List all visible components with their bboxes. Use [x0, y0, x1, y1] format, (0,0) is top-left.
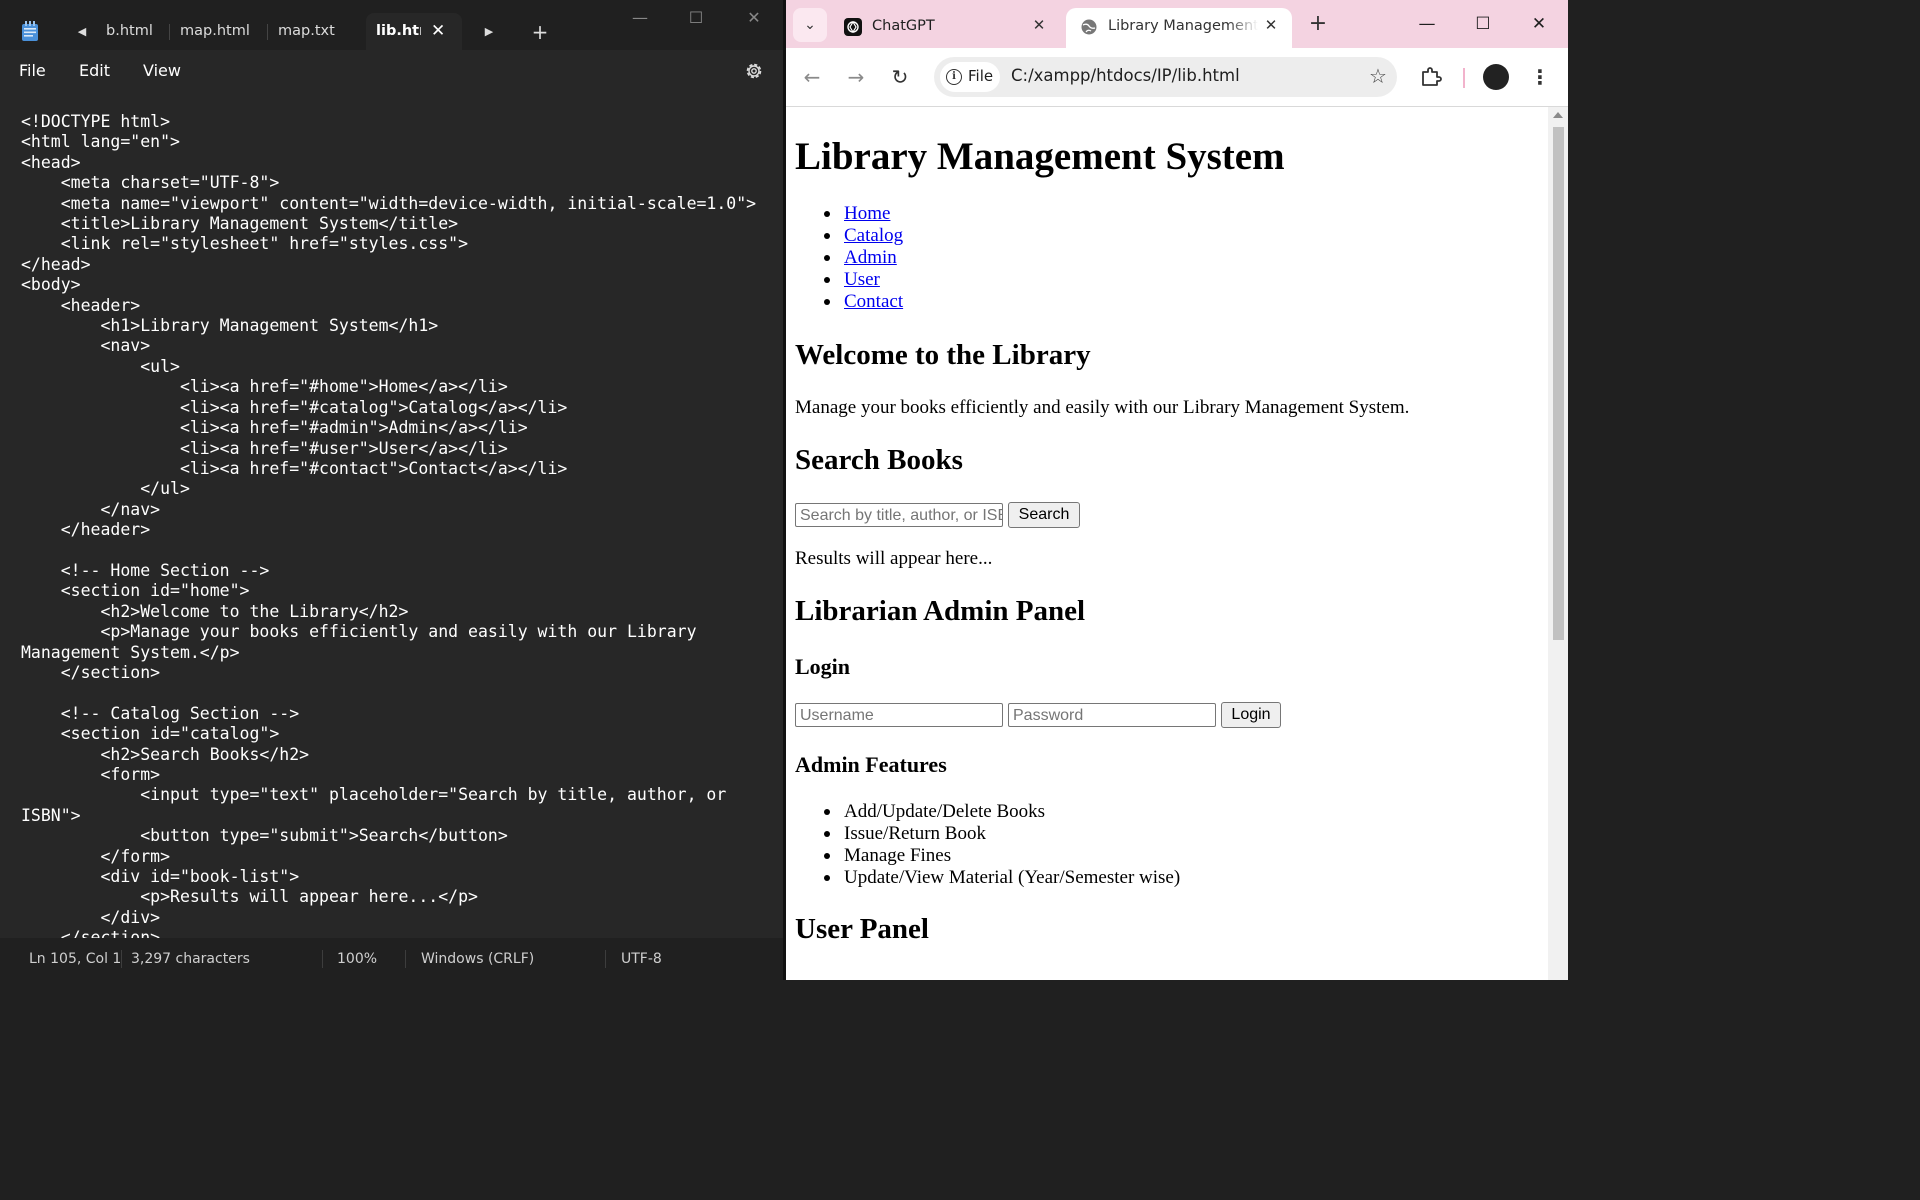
more-menu-icon[interactable]: ⋮ — [1530, 64, 1550, 90]
new-tab-icon[interactable]: + — [1306, 12, 1330, 36]
page-title: Library Management System — [795, 135, 1285, 178]
notepad-statusbar: Ln 105, Col 1 3,297 characters 100% Wind… — [0, 938, 783, 980]
features-list: Add/Update/Delete Books Issue/Return Boo… — [823, 801, 1181, 889]
features-heading: Admin Features — [795, 752, 947, 777]
nav-link-contact[interactable]: Contact — [844, 291, 903, 312]
browser-tab-title: ChatGPT — [872, 18, 935, 34]
username-input[interactable]: Username — [795, 703, 1003, 727]
nav-link-admin[interactable]: Admin — [844, 247, 897, 268]
chrome-window: ⌄ ChatGPT ✕ Library Management System ✕ … — [786, 0, 1568, 980]
nav-link-home[interactable]: Home — [844, 203, 890, 224]
nav-item: User — [823, 269, 903, 291]
status-cursor-position: Ln 105, Col 1 — [29, 951, 122, 967]
page-scrollbar[interactable] — [1548, 107, 1568, 980]
close-tab-icon[interactable]: ✕ — [1030, 16, 1048, 34]
password-input[interactable]: Password — [1008, 703, 1216, 727]
nav-link-catalog[interactable]: Catalog — [844, 225, 903, 246]
site-info-chip[interactable]: i File — [940, 62, 1000, 92]
forward-arrow-icon[interactable]: → — [844, 65, 868, 89]
notepad-app-icon — [22, 21, 38, 41]
admin-heading: Librarian Admin Panel — [795, 595, 1086, 627]
tab-label: map.html — [180, 23, 250, 39]
toolbar-divider — [1463, 68, 1465, 88]
notepad-menubar: File Edit View — [0, 50, 783, 92]
feature-item: Manage Fines — [823, 845, 1180, 867]
nav-item: Admin — [823, 247, 903, 269]
feature-item: Add/Update/Delete Books — [823, 801, 1180, 823]
notepad-window: ◀ b.html map.html map.txt lib.html ✕ ▶ +… — [0, 0, 783, 980]
home-heading: Welcome to the Library — [795, 339, 1091, 371]
status-line-ending: Windows (CRLF) — [421, 951, 535, 967]
menu-file[interactable]: File — [19, 61, 46, 80]
browser-tab-title: Library Management System — [1108, 18, 1258, 34]
close-window-icon[interactable]: ✕ — [1526, 12, 1552, 36]
tab-label: b.html — [106, 23, 153, 39]
login-heading: Login — [795, 654, 851, 679]
info-icon: i — [946, 69, 962, 85]
notepad-titlebar: ◀ b.html map.html map.txt lib.html ✕ ▶ +… — [0, 0, 783, 50]
profile-avatar[interactable] — [1483, 64, 1509, 90]
nav-item: Catalog — [823, 225, 903, 247]
status-char-count: 3,297 characters — [131, 951, 250, 967]
tab-search-chevron-icon[interactable]: ⌄ — [793, 8, 827, 42]
scroll-up-arrow-icon[interactable] — [1553, 112, 1563, 118]
search-button[interactable]: Search — [1008, 502, 1080, 528]
tab-scroll-right-icon[interactable]: ▶ — [482, 24, 496, 40]
back-arrow-icon[interactable]: ← — [800, 65, 824, 89]
results-text: Results will appear here... — [795, 548, 993, 569]
new-tab-icon[interactable]: + — [530, 20, 550, 44]
maximize-icon[interactable]: ☐ — [682, 8, 710, 28]
status-encoding: UTF-8 — [621, 951, 662, 967]
nav-item: Home — [823, 203, 903, 225]
status-zoom: 100% — [337, 951, 378, 967]
nav-list: Home Catalog Admin User Contact — [823, 203, 903, 313]
globe-icon — [1081, 19, 1097, 35]
status-divider — [405, 950, 406, 968]
settings-gear-icon[interactable] — [744, 61, 764, 81]
url-text: C:/xampp/htdocs/IP/lib.html — [1011, 66, 1240, 85]
status-divider — [121, 950, 122, 968]
feature-item: Update/View Material (Year/Semester wise… — [823, 867, 1181, 888]
browser-tab-chatgpt[interactable]: ChatGPT ✕ — [830, 8, 1058, 48]
catalog-heading: Search Books — [795, 444, 963, 476]
tab-map-txt[interactable]: map.txt — [268, 13, 364, 50]
nav-link-user[interactable]: User — [844, 269, 880, 290]
site-info-label: File — [968, 67, 994, 85]
minimize-icon[interactable]: — — [1414, 12, 1440, 36]
login-button[interactable]: Login — [1221, 702, 1281, 728]
extensions-puzzle-icon[interactable] — [1419, 64, 1443, 88]
browser-tab-library[interactable]: Library Management System ✕ — [1066, 8, 1292, 48]
close-tab-icon[interactable]: ✕ — [1262, 16, 1280, 34]
user-panel-heading: User Panel — [795, 913, 929, 945]
browser-tabstrip: ⌄ ChatGPT ✕ Library Management System ✕ … — [786, 0, 1568, 48]
tab-lib-html[interactable]: lib.html — [366, 13, 462, 50]
tab-label: map.txt — [278, 23, 335, 39]
maximize-icon[interactable]: ☐ — [1470, 12, 1496, 36]
chatgpt-icon — [844, 18, 862, 36]
tab-map-html[interactable]: map.html — [170, 13, 266, 50]
bookmark-star-icon[interactable]: ☆ — [1366, 64, 1390, 88]
search-input[interactable]: Search by title, author, or ISBN — [795, 503, 1003, 527]
reload-icon[interactable]: ↻ — [888, 65, 912, 89]
tab-scroll-left-icon[interactable]: ◀ — [75, 24, 89, 40]
menu-edit[interactable]: Edit — [79, 61, 110, 80]
text-editor-area[interactable]: <!DOCTYPE html> <html lang="en"> <head> … — [0, 92, 783, 938]
browser-toolbar: ← → ↻ i File C:/xampp/htdocs/IP/lib.html… — [786, 48, 1568, 107]
close-window-icon[interactable]: ✕ — [740, 8, 768, 28]
scrollbar-thumb[interactable] — [1553, 127, 1564, 640]
tab-b-html[interactable]: b.html — [96, 13, 168, 50]
status-divider — [605, 950, 606, 968]
menu-view[interactable]: View — [143, 61, 181, 80]
feature-item: Issue/Return Book — [823, 823, 1180, 845]
code-text: <!DOCTYPE html> <html lang="en"> <head> … — [21, 112, 757, 938]
close-tab-icon[interactable]: ✕ — [431, 23, 445, 40]
status-divider — [322, 950, 323, 968]
address-bar[interactable]: i File C:/xampp/htdocs/IP/lib.html ☆ — [934, 57, 1397, 97]
web-page: Library Management System Home Catalog A… — [786, 107, 1548, 980]
home-description: Manage your books efficiently and easily… — [795, 397, 1410, 418]
nav-item: Contact — [823, 291, 903, 313]
minimize-icon[interactable]: — — [626, 8, 654, 28]
tab-label: lib.html — [376, 23, 421, 39]
